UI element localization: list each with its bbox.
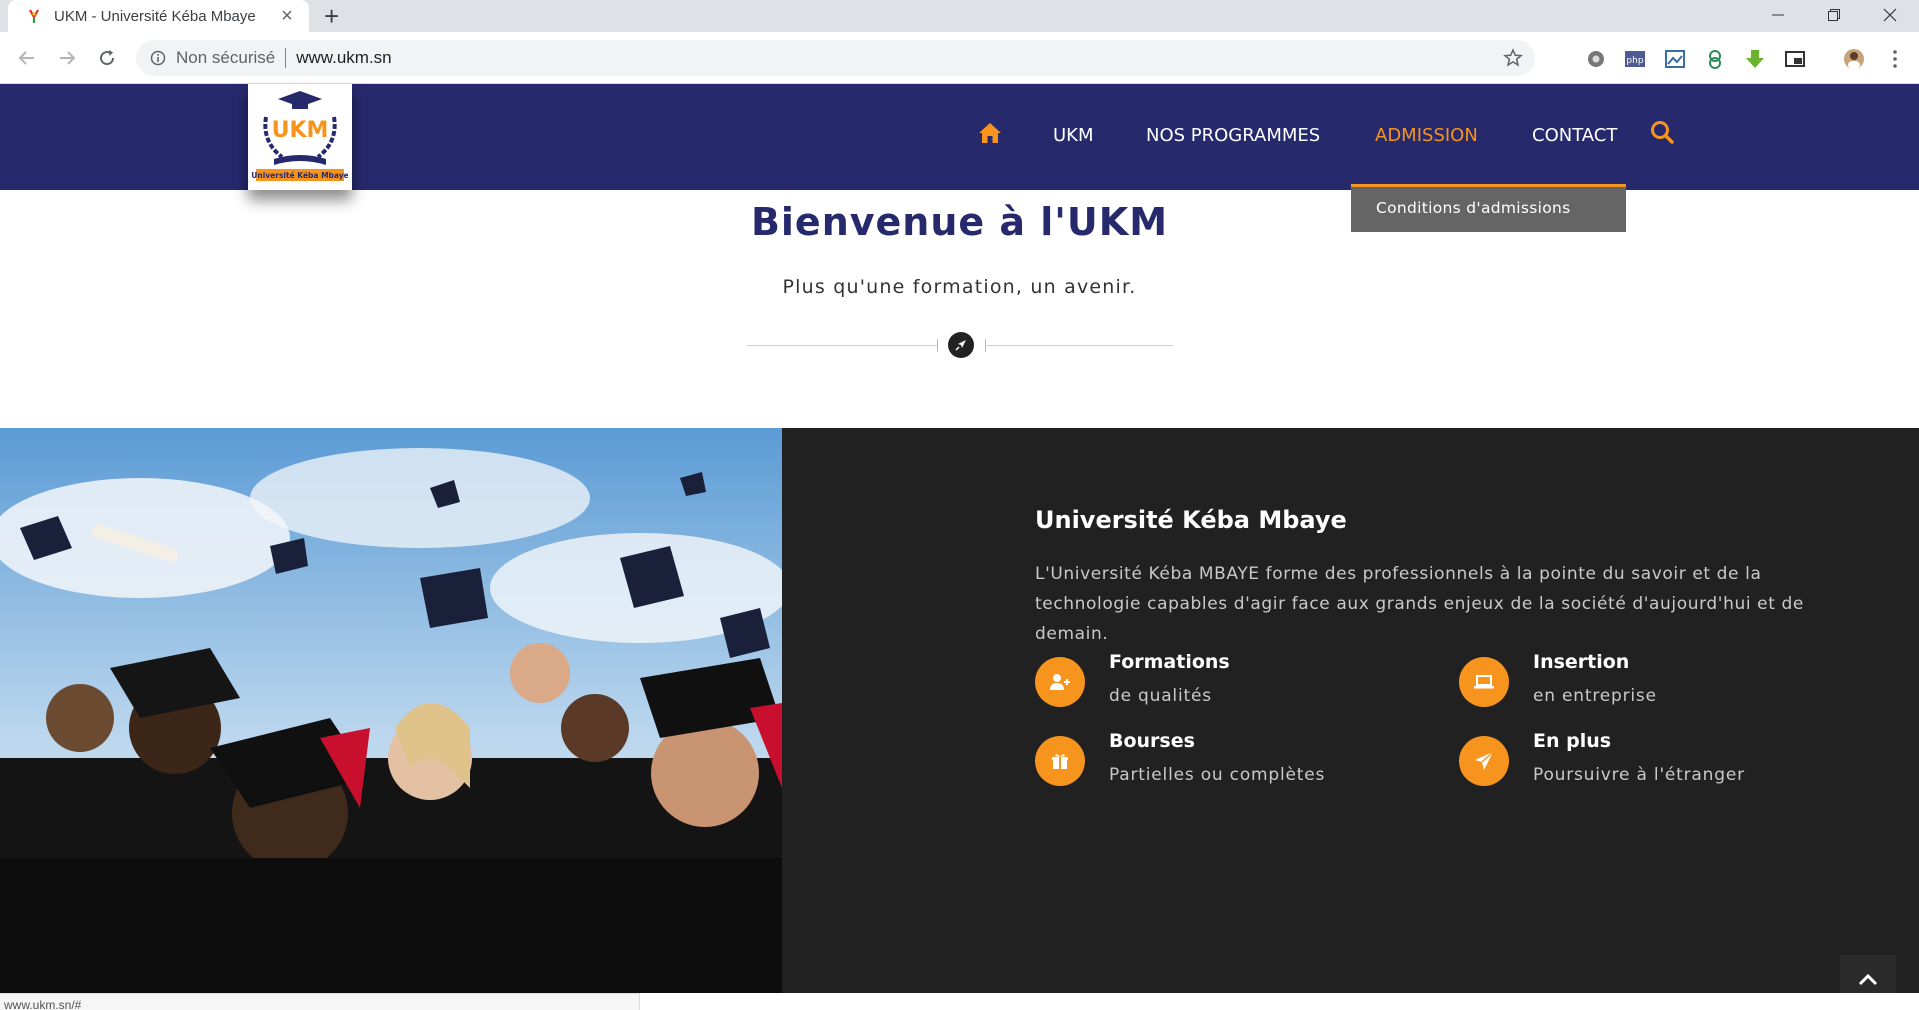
info-icon[interactable] [150, 50, 166, 66]
status-url-pill: www.ukm.sn/# [0, 993, 640, 1010]
minimize-icon[interactable] [1750, 0, 1806, 30]
browser-tab[interactable]: UKM - Université Kéba Mbaye × [8, 0, 309, 32]
feature-title: Bourses [1109, 730, 1195, 752]
bookmark-star-icon[interactable] [1503, 48, 1523, 68]
admission-dropdown: Conditions d'admissions [1351, 184, 1626, 232]
svg-text:php: php [1626, 56, 1643, 66]
chevron-up-icon [1858, 973, 1878, 986]
profile-avatar[interactable] [1843, 48, 1865, 70]
logo-caption: Université Kéba Mbaye [252, 171, 348, 180]
back-icon[interactable] [14, 45, 40, 71]
new-tab-icon[interactable]: + [324, 3, 339, 29]
nav-item-ukm[interactable]: UKM [1053, 124, 1094, 148]
welcome-subtitle: Plus qu'une formation, un avenir. [782, 276, 1137, 298]
welcome-title: Bienvenue à l'UKM [750, 200, 1169, 244]
menu-kebab-icon[interactable] [1884, 48, 1906, 70]
ukm-logo-icon: UKM Université Kéba Mbaye [252, 91, 348, 181]
browser-statusbar: www.ukm.sn/# [0, 993, 1919, 1010]
divider-tick-left [937, 339, 938, 352]
nav-item-admission[interactable]: ADMISSION [1375, 124, 1478, 148]
php-ext-icon[interactable]: php [1624, 48, 1646, 70]
about-description: L'Université Kéba MBAYE forme des profes… [1035, 564, 1804, 644]
laptop-icon [1459, 657, 1509, 707]
ukm-favicon-icon [29, 9, 39, 23]
feature-subtitle: de qualités [1109, 686, 1212, 706]
rocket-icon [948, 332, 974, 358]
divider-line-left [747, 345, 937, 346]
feature-title: Formations [1109, 651, 1230, 673]
feature-insertion: Insertion en entreprise [1459, 651, 1859, 721]
feature-title: En plus [1533, 730, 1612, 752]
security-label: Non sécurisé [176, 48, 276, 67]
close-window-icon[interactable] [1862, 0, 1918, 30]
bookmark-ext-icon[interactable] [1704, 48, 1726, 70]
feature-title: Insertion [1533, 651, 1630, 673]
download-ext-icon[interactable] [1744, 48, 1766, 70]
browser-tabbar: UKM - Université Kéba Mbaye × + [0, 0, 1919, 32]
feature-en-plus: En plus Poursuivre à l'étranger [1459, 730, 1859, 800]
about-title: Université Kéba Mbaye [1035, 506, 1347, 534]
feature-subtitle: en entreprise [1533, 686, 1657, 706]
address-bar[interactable]: Non sécurisé www.ukm.sn [136, 40, 1535, 76]
restore-icon[interactable] [1806, 0, 1862, 30]
search-icon[interactable] [1650, 120, 1674, 146]
nav-item-contact[interactable]: CONTACT [1532, 124, 1617, 148]
logo-text: UKM [272, 118, 329, 143]
image-ext-icon[interactable] [1664, 48, 1686, 70]
graduates-photo [0, 428, 782, 993]
feature-subtitle: Partielles ou complètes [1109, 765, 1326, 785]
tab-close-icon[interactable]: × [277, 6, 297, 26]
user-plus-icon [1035, 657, 1085, 707]
url-text[interactable]: www.ukm.sn [296, 48, 391, 68]
dropdown-item-conditions[interactable]: Conditions d'admissions [1376, 199, 1571, 217]
gift-icon [1035, 736, 1085, 786]
nav-item-programmes[interactable]: NOS PROGRAMMES [1146, 124, 1320, 148]
feature-subtitle: Poursuivre à l'étranger [1533, 765, 1745, 785]
home-icon[interactable] [978, 122, 1002, 144]
reload-icon[interactable] [94, 45, 120, 71]
tab-title: UKM - Université Kéba Mbaye [54, 7, 256, 25]
forward-icon[interactable] [54, 45, 80, 71]
feature-bourses: Bourses Partielles ou complètes [1035, 730, 1435, 800]
divider-line-right [986, 345, 1173, 346]
cast-ext-icon[interactable] [1784, 48, 1806, 70]
address-separator [285, 48, 287, 68]
status-url: www.ukm.sn/# [4, 998, 82, 1010]
feature-formations: Formations de qualités [1035, 651, 1435, 721]
site-logo[interactable]: UKM Université Kéba Mbaye [248, 84, 352, 190]
chrome-ext-icon[interactable] [1585, 48, 1607, 70]
paper-plane-icon [1459, 736, 1509, 786]
